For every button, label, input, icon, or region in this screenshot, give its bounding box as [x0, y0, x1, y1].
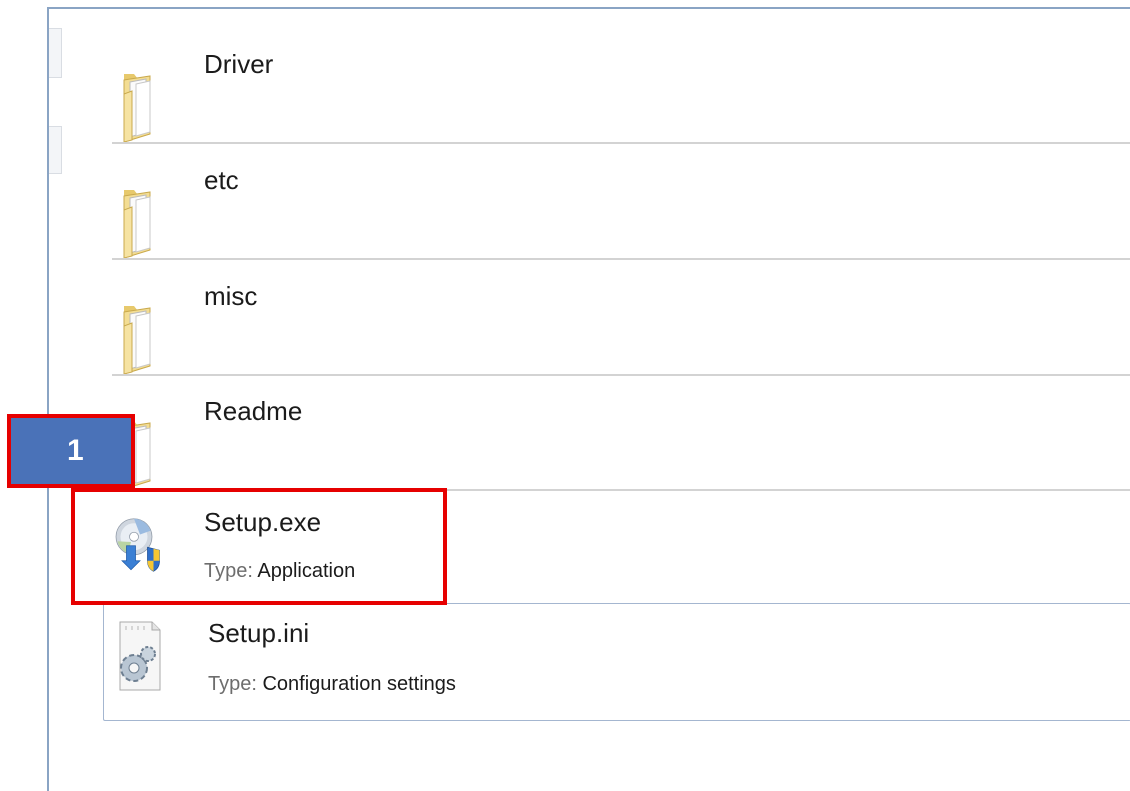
file-explorer-pane: Driver etc misc Readme Setup.exe Type: A… — [0, 0, 1130, 791]
pane-top-border — [48, 7, 1130, 9]
annotation-step-badge: 1 — [7, 414, 135, 488]
file-name: etc — [204, 165, 239, 195]
file-name: Readme — [204, 396, 303, 426]
file-type-value: Configuration settings — [262, 673, 456, 695]
file-name: Setup.ini — [208, 618, 310, 648]
nav-pane-edge — [49, 28, 62, 78]
row-separator — [112, 374, 1130, 376]
file-name: misc — [204, 281, 258, 311]
folder-icon — [123, 74, 151, 143]
config-settings-file-icon — [119, 621, 161, 691]
file-list-item-misc[interactable]: misc — [100, 262, 1130, 376]
file-list-item-setup-ini[interactable]: Setup.ini Type: Configuration settings — [103, 603, 1130, 721]
file-list-item-etc[interactable]: etc — [100, 146, 1130, 260]
pane-left-border — [47, 7, 49, 791]
file-list-item-driver[interactable]: Driver — [100, 30, 1130, 144]
nav-pane-edge — [49, 126, 62, 174]
file-name: Driver — [204, 49, 274, 79]
folder-icon — [123, 190, 151, 259]
file-list-item-readme[interactable]: Readme — [100, 377, 1130, 491]
annotation-highlight-box — [71, 488, 447, 605]
folder-icon — [123, 306, 151, 375]
row-separator — [112, 258, 1130, 260]
row-separator — [112, 142, 1130, 144]
file-type-label: Type: — [208, 673, 257, 695]
file-type: Type: Configuration settings — [208, 673, 456, 696]
